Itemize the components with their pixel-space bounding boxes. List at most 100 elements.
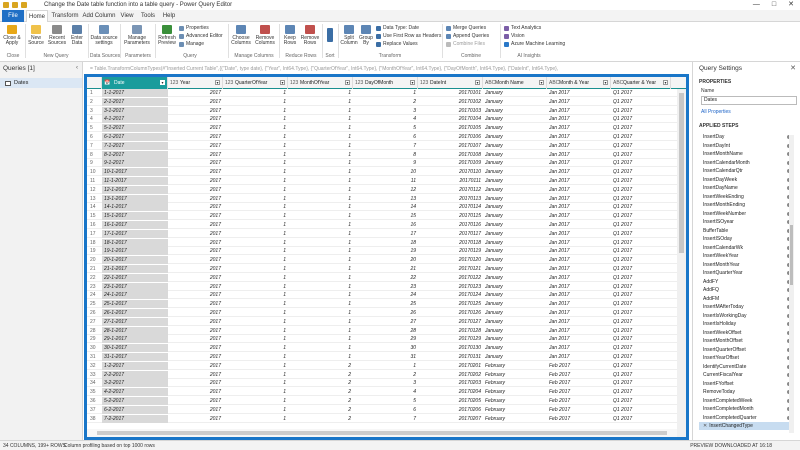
table-cell[interactable]: 20170125 [418,300,483,308]
enter-data-button[interactable]: Enter Data [69,25,85,46]
advanced-editor-button[interactable]: Advanced Editor [179,33,223,39]
applied-step[interactable]: InsertMAfterToday [699,303,791,311]
use-first-row-button[interactable]: Use First Row as Headers [376,33,441,39]
table-cell[interactable]: 20170120 [418,256,483,264]
table-cell[interactable]: 20170110 [418,168,483,176]
table-cell[interactable]: 1 [288,177,353,185]
table-cell[interactable]: January [483,327,547,335]
table-cell[interactable]: 20170201 [418,362,483,370]
formula-bar[interactable]: = Table.TransformColumnTypes(#"Inserted … [84,64,690,74]
table-row[interactable]: 6 6-1-2017 2017 1 1 6 20170106 January Jan 2017 Q… [87,133,686,141]
table-cell[interactable]: 20170203 [418,379,483,387]
table-cell[interactable]: 24 [353,291,418,299]
table-cell[interactable]: 1 [223,168,288,176]
remove-columns-button[interactable]: Remove Columns [254,25,276,46]
row-number[interactable]: 31 [87,353,102,361]
table-cell[interactable]: 2 [288,371,353,379]
table-cell[interactable]: Feb 2017 [547,371,611,379]
column-header[interactable]: 📅 Date ▾ [102,77,168,89]
table-cell[interactable]: 2017 [168,327,223,335]
table-cell[interactable]: January [483,230,547,238]
combine-files-button[interactable]: Combine Files [446,41,485,47]
table-row[interactable]: 1 1-1-2017 2017 1 1 1 20170101 January Jan 2017 Q… [87,89,686,97]
scrollbar-thumb[interactable] [790,225,793,285]
applied-step[interactable]: BufferTable [699,227,791,235]
table-cell[interactable]: 1 [288,283,353,291]
table-cell[interactable]: 14-1-2017 [102,203,168,212]
table-cell[interactable]: 19 [353,247,418,255]
table-cell[interactable]: 2017 [168,221,223,229]
table-cell[interactable]: 7 [353,415,418,423]
table-cell[interactable]: Jan 2017 [547,247,611,255]
column-header[interactable]: ABCQuarter & Year ▾ [611,77,671,89]
table-cell[interactable]: 1 [288,274,353,282]
table-cell[interactable]: 5-1-2017 [102,124,168,133]
refresh-preview-button[interactable]: Refresh Preview [157,25,177,46]
all-properties-link[interactable]: All Properties [701,109,731,115]
table-cell[interactable]: January [483,133,547,141]
table-row[interactable]: 4 4-1-2017 2017 1 1 4 20170104 January Jan 2017 Q… [87,115,686,124]
applied-step[interactable]: InsertDayName [699,184,791,192]
applied-step[interactable]: InsertCompletedMonth [699,405,791,413]
table-cell[interactable]: Q1 2017 [611,291,671,299]
table-cell[interactable]: 20170207 [418,415,483,423]
table-cell[interactable]: 21 [353,265,418,273]
table-cell[interactable]: 20170111 [418,177,483,185]
table-cell[interactable]: 4-2-2017 [102,388,168,397]
table-cell[interactable]: 1 [288,142,353,150]
table-cell[interactable]: 27 [353,318,418,326]
row-number[interactable]: 17 [87,230,102,238]
table-cell[interactable]: 20170104 [418,115,483,123]
table-cell[interactable]: Q1 2017 [611,397,671,405]
table-cell[interactable]: 1 [353,89,418,97]
table-cell[interactable]: 2017 [168,89,223,97]
new-source-button[interactable]: New Source [27,25,45,46]
table-cell[interactable]: Jan 2017 [547,335,611,343]
table-row[interactable]: 30 30-1-2017 2017 1 1 30 20170130 January Jan 20… [87,344,686,353]
profiling-status[interactable]: Column profiling based on top 1000 rows [64,441,155,450]
close-apply-button[interactable]: Close & Apply [2,25,22,46]
column-header[interactable]: 123 Year ▾ [168,77,223,89]
column-type-icon[interactable]: 123 [290,77,300,89]
table-cell[interactable]: 2-2-2017 [102,370,168,379]
row-number[interactable]: 33 [87,371,102,379]
table-cell[interactable]: 29-1-2017 [102,335,168,344]
tab-help[interactable]: Help [160,10,178,22]
applied-step[interactable]: InsertMonthYear [699,261,791,269]
table-cell[interactable]: Q1 2017 [611,318,671,326]
table-cell[interactable]: 2017 [168,247,223,255]
table-cell[interactable]: 6 [353,133,418,141]
table-cell[interactable]: 20170108 [418,151,483,159]
table-cell[interactable]: 20170103 [418,107,483,115]
row-number[interactable]: 27 [87,318,102,326]
table-cell[interactable]: 20170118 [418,239,483,247]
table-cell[interactable]: 1 [223,256,288,264]
table-row[interactable]: 17 17-1-2017 2017 1 1 17 20170117 January Jan 20… [87,229,686,238]
table-cell[interactable]: 1 [288,353,353,361]
table-cell[interactable]: Jan 2017 [547,353,611,361]
table-row[interactable]: 5 5-1-2017 2017 1 1 5 20170105 January Jan 2017 Q… [87,124,686,133]
applied-step[interactable]: InsertDay [699,133,791,141]
table-cell[interactable]: Feb 2017 [547,379,611,387]
row-number[interactable]: 10 [87,168,102,176]
applied-step[interactable]: InsertWeekEnding [699,193,791,201]
table-cell[interactable]: Jan 2017 [547,291,611,299]
table-cell[interactable]: 2017 [168,406,223,414]
merge-queries-button[interactable]: Merge Queries [446,25,486,31]
table-cell[interactable]: 1 [223,212,288,220]
table-cell[interactable]: 20170109 [418,159,483,167]
table-cell[interactable]: 2017 [168,142,223,150]
table-cell[interactable]: Q1 2017 [611,362,671,370]
table-cell[interactable]: 30 [353,344,418,352]
azure-ml-button[interactable]: Azure Machine Learning [504,41,565,47]
row-number[interactable]: 29 [87,335,102,343]
applied-step[interactable]: InsertISOyear [699,218,791,226]
table-cell[interactable]: Jan 2017 [547,309,611,317]
table-cell[interactable]: 22 [353,274,418,282]
table-cell[interactable]: 21-1-2017 [102,265,168,273]
table-cell[interactable]: Q1 2017 [611,239,671,247]
tab-file[interactable]: File [2,10,24,22]
table-row[interactable]: 15 15-1-2017 2017 1 1 15 20170115 January Jan 20… [87,212,686,221]
table-cell[interactable]: 18-1-2017 [102,238,168,247]
table-cell[interactable]: 1 [353,362,418,370]
